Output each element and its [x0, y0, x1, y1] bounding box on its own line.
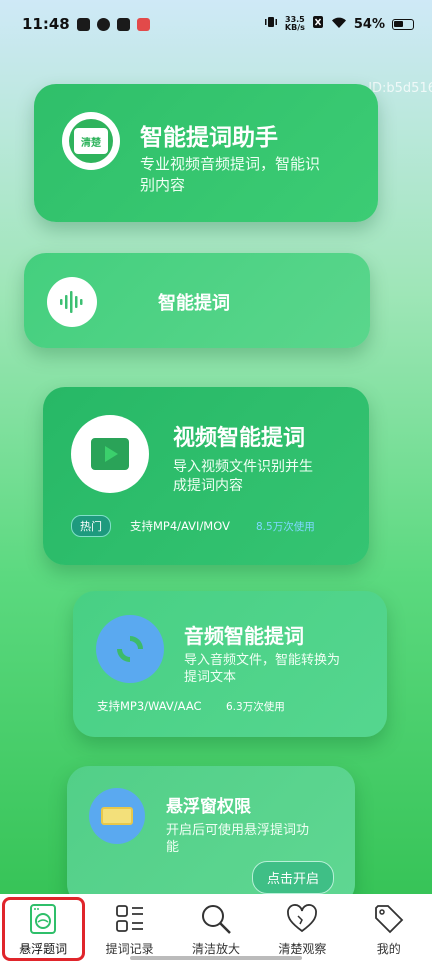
audio-title: 音频智能提词 [184, 624, 304, 648]
mail-notification-icon [116, 17, 130, 31]
audio-formats: 支持MP3/WAV/AAC [97, 699, 202, 713]
tab-label: 清洁放大 [191, 942, 240, 956]
status-right: 33.5 KB/s 54% [264, 15, 414, 33]
enable-float-button[interactable]: 点击开启 [252, 861, 335, 894]
status-time: 11:48 [22, 15, 70, 33]
float-window-icon [89, 788, 145, 844]
audio-usage: 6.3万次使用 [226, 701, 285, 713]
video-subtitle-1: 导入视频文件识别并生 [173, 459, 313, 475]
tab-label: 我的 [376, 942, 401, 956]
video-title: 视频智能提词 [173, 426, 306, 451]
smart-prompt-title: 智能提词 [158, 293, 230, 314]
audio-subtitle-2: 提词文本 [184, 670, 237, 685]
home-indicator [130, 956, 302, 960]
battery-percent: 54% [353, 16, 385, 32]
video-formats: 支持MP4/AVI/MOV [130, 519, 230, 533]
float-subtitle-1: 开启后可使用悬浮提词功 [166, 823, 310, 838]
link-notification-icon [96, 17, 110, 31]
video-play-icon [71, 415, 149, 493]
audio-sync-icon [96, 615, 164, 683]
tab-clear-observe[interactable]: 清楚观察 [259, 894, 345, 964]
assistant-subtitle-2: 别内容 [140, 176, 186, 194]
float-subtitle-2: 能 [166, 840, 180, 855]
battery-icon [392, 18, 414, 30]
tab-mine[interactable]: 我的 [346, 894, 432, 964]
float-title: 悬浮窗权限 [166, 797, 251, 817]
hot-badge: 热门 [71, 515, 111, 537]
network-speed: 33.5 KB/s [285, 16, 305, 32]
vibrate-icon [264, 15, 278, 33]
tab-label: 提词记录 [105, 942, 154, 956]
list-icon [115, 905, 143, 932]
float-permission-card[interactable]: 悬浮窗权限 开启后可使用悬浮提词功 能 点击开启 [67, 766, 355, 906]
watermark-id: ID:b5d516 [368, 81, 432, 96]
assistant-title: 智能提词助手 [140, 125, 278, 151]
video-usage: 8.5万次使用 [256, 521, 315, 533]
bottom-tab-bar: 悬浮题词 提词记录 清洁放大 清楚观察 我的 [0, 894, 432, 964]
app-notification-icon [76, 17, 90, 31]
assistant-subtitle-1: 专业视频音频提词，智能识 [140, 155, 321, 173]
video-prompt-card[interactable]: 视频智能提词 导入视频文件识别并生 成提词内容 热门 支持MP4/AVI/MOV… [43, 387, 369, 565]
assistant-card[interactable]: 清楚 智能提词助手 专业视频音频提词，智能识 别内容 [34, 84, 378, 222]
active-tab-highlight [2, 897, 86, 961]
magnifier-icon [201, 905, 231, 934]
app2-notification-icon [136, 17, 150, 31]
speed-unit: KB/s [284, 23, 305, 32]
sim-off-icon [312, 15, 324, 33]
wifi-icon [331, 16, 347, 33]
status-left: 11:48 [22, 15, 150, 33]
sound-wave-icon [47, 277, 97, 327]
status-bar: 11:48 33.5 KB/s 54% [0, 0, 432, 48]
logo-text: 清楚 [81, 137, 101, 149]
smart-prompt-card[interactable]: 智能提词 [24, 253, 370, 348]
video-subtitle-2: 成提词内容 [173, 478, 243, 494]
hearts-icon [287, 904, 318, 933]
tab-label: 清楚观察 [278, 942, 327, 956]
tab-float-prompt[interactable]: 悬浮题词 [0, 894, 86, 964]
tag-icon [374, 905, 404, 934]
tab-prompt-records[interactable]: 提词记录 [87, 894, 173, 964]
app-logo-icon: 清楚 [62, 112, 120, 170]
audio-prompt-card[interactable]: 音频智能提词 导入音频文件，智能转换为 提词文本 支持MP3/WAV/AAC 6… [73, 591, 387, 737]
tab-clean-zoom[interactable]: 清洁放大 [173, 894, 259, 964]
